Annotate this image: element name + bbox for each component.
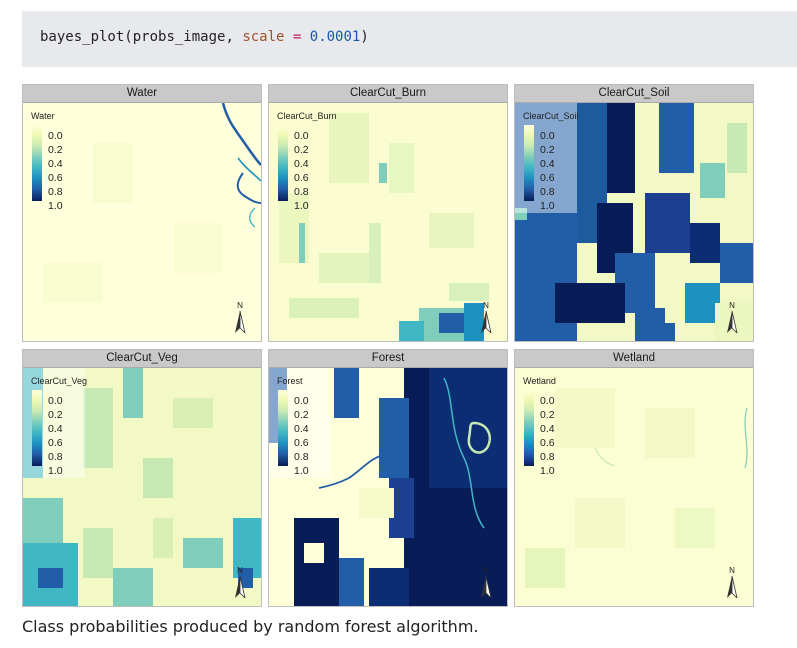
north-label: N: [729, 566, 735, 575]
panel-forest: Forest Forest 0.0 0.2 0.4 0.6 0.8 1.0 N: [268, 349, 508, 607]
legend-label: 1.0: [540, 200, 555, 212]
code-line: bayes_plot(probs_image, scale = 0.0001): [40, 29, 369, 45]
north-arrow-icon: [481, 576, 492, 598]
legend-label: 0.4: [294, 423, 309, 435]
code-parameter: scale: [242, 29, 285, 45]
legend: ClearCut_Burn 0.0 0.2 0.4 0.6 0.8 1.0: [273, 107, 337, 212]
code-close-paren: ): [360, 29, 369, 45]
legend-label: 0.0: [540, 395, 555, 407]
legend-label: 1.0: [294, 465, 309, 477]
north-arrow: N: [232, 301, 248, 333]
code-function: bayes_plot: [40, 29, 125, 45]
panel-title: Water: [23, 85, 261, 103]
legend: Water 0.0 0.2 0.4 0.6 0.8 1.0: [27, 107, 87, 212]
panel-title: Wetland: [515, 350, 753, 368]
legend-label: 0.4: [540, 158, 555, 170]
north-label: N: [237, 301, 243, 310]
legend-label: 0.2: [540, 409, 555, 421]
legend-label: 1.0: [48, 200, 63, 212]
legend-label: 0.2: [540, 144, 555, 156]
legend: Wetland 0.0 0.2 0.4 0.6 0.8 1.0: [519, 372, 579, 477]
code-open-paren: (: [124, 29, 133, 45]
legend-color-bar: [32, 390, 42, 466]
legend-label: 0.4: [294, 158, 309, 170]
north-arrow: N: [478, 301, 494, 333]
north-arrow-icon: [727, 576, 738, 598]
code-block: bayes_plot(probs_image, scale = 0.0001): [22, 11, 797, 67]
legend-title: Wetland: [523, 376, 556, 386]
legend-label: 0.0: [294, 130, 309, 142]
panel-clearcut-veg: ClearCut_Veg ClearCut_Veg 0.0 0.2 0.4 0.…: [22, 349, 262, 607]
legend-label: 1.0: [48, 465, 63, 477]
legend-color-bar: [278, 125, 288, 201]
legend-label: 0.2: [294, 144, 309, 156]
legend-color-bar: [32, 125, 42, 201]
code-comma: ,: [225, 29, 243, 45]
north-label: N: [483, 301, 489, 310]
legend-label: 0.0: [294, 395, 309, 407]
panel-clearcut-burn: ClearCut_Burn ClearCut_Burn 0.0 0.2 0.4 …: [268, 84, 508, 342]
legend-label: 0.8: [294, 186, 309, 198]
legend-label: 0.6: [294, 172, 309, 184]
north-arrow: N: [724, 301, 740, 333]
north-arrow: N: [478, 566, 494, 598]
legend-label: 0.8: [540, 451, 555, 463]
legend-color-bar: [524, 390, 534, 466]
north-arrow-icon: [727, 311, 738, 333]
legend-label: 0.4: [48, 158, 63, 170]
legend-label: 0.6: [48, 437, 63, 449]
north-arrow-icon: [235, 576, 246, 598]
legend-label: 0.0: [48, 130, 63, 142]
code-equals: =: [284, 29, 310, 45]
code-value: 0.0001: [309, 29, 361, 45]
legend-label: 0.8: [48, 451, 63, 463]
legend-label: 0.0: [48, 395, 63, 407]
north-arrow-icon: [235, 311, 246, 333]
legend-label: 0.6: [294, 437, 309, 449]
panel-title: Forest: [269, 350, 507, 368]
north-arrow: N: [724, 566, 740, 598]
north-label: N: [237, 566, 243, 575]
north-arrow: N: [232, 566, 248, 598]
panel-wetland: Wetland Wetland 0.0 0.2 0.4 0.6 0.8 1.0 …: [514, 349, 754, 607]
panel-clearcut-soil: ClearCut_Soil ClearCut_Soil 0.0 0.2 0.4 …: [514, 84, 754, 342]
legend: ClearCut_Soil 0.0 0.2 0.4 0.6 0.8 1.0: [519, 107, 579, 212]
legend-title: ClearCut_Burn: [277, 111, 337, 121]
legend-label: 0.4: [540, 423, 555, 435]
legend-label: 1.0: [540, 465, 555, 477]
figure-caption: Class probabilities produced by random f…: [22, 617, 479, 636]
legend-title: ClearCut_Veg: [31, 376, 88, 386]
legend-label: 0.6: [48, 172, 63, 184]
legend-label: 0.6: [540, 437, 555, 449]
panel-title: ClearCut_Soil: [515, 85, 753, 103]
panel-title: ClearCut_Veg: [23, 350, 261, 368]
legend: ClearCut_Veg 0.0 0.2 0.4 0.6 0.8 1.0: [27, 372, 88, 477]
legend-label: 0.8: [48, 186, 63, 198]
legend-title: Forest: [277, 376, 303, 386]
legend: Forest 0.0 0.2 0.4 0.6 0.8 1.0: [273, 372, 333, 477]
legend-title: ClearCut_Soil: [523, 111, 579, 121]
panel-title: ClearCut_Burn: [269, 85, 507, 103]
legend-color-bar: [278, 390, 288, 466]
panel-water: Water Water 0.0 0.2 0.4 0.6 0.8 1.0 N: [22, 84, 262, 342]
north-label: N: [483, 566, 489, 575]
legend-label: 0.2: [48, 409, 63, 421]
legend-label: 1.0: [294, 200, 309, 212]
north-label: N: [729, 301, 735, 310]
legend-label: 0.2: [48, 144, 63, 156]
code-argument: probs_image: [132, 29, 226, 45]
legend-label: 0.8: [294, 451, 309, 463]
legend-label: 0.0: [540, 130, 555, 142]
north-arrow-icon: [481, 311, 492, 333]
legend-title: Water: [31, 111, 55, 121]
legend-label: 0.8: [540, 186, 555, 198]
legend-label: 0.4: [48, 423, 63, 435]
legend-label: 0.6: [540, 172, 555, 184]
legend-color-bar: [524, 125, 534, 201]
legend-label: 0.2: [294, 409, 309, 421]
